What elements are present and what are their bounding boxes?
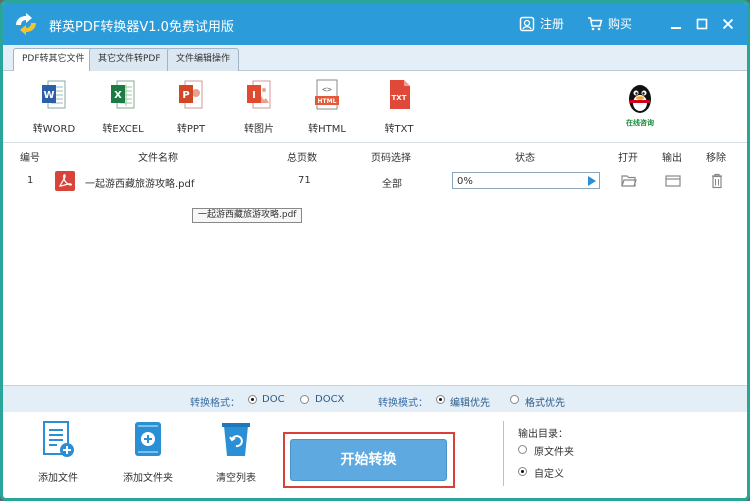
format-label: 转换格式： xyxy=(190,398,240,409)
col-pages: 总页数 xyxy=(287,153,317,164)
convert-ppt-label: 转PPT xyxy=(176,124,206,135)
tab-pdf-to-other[interactable]: PDF转其它文件 xyxy=(13,48,94,72)
row-progress-bar: 0% xyxy=(452,172,600,189)
format-doc-label[interactable]: DOC xyxy=(262,394,285,405)
format-docx-label[interactable]: DOCX xyxy=(315,394,344,405)
filename-tooltip: 一起游西藏旅游攻略.pdf xyxy=(192,208,303,223)
clear-list-label: 清空列表 xyxy=(216,473,256,484)
convert-excel-label: 转EXCEL xyxy=(102,124,144,135)
html-icon: <> HTML xyxy=(315,79,339,110)
clear-list-button[interactable]: 清空列表 xyxy=(211,420,261,484)
online-support-label: 在线咨询 xyxy=(626,119,654,127)
register-button[interactable]: 注册 xyxy=(519,15,564,32)
cart-icon xyxy=(588,16,603,30)
row-progress-text: 0% xyxy=(457,176,473,187)
convert-txt-button[interactable]: TXT 转TXT xyxy=(369,79,429,135)
row-pages: 71 xyxy=(298,175,311,186)
col-remove: 移除 xyxy=(706,153,726,164)
convert-html-button[interactable]: <> HTML 转HTML xyxy=(297,79,357,135)
output-custom-radio[interactable] xyxy=(518,467,527,476)
row-filename: 一起游西藏旅游攻略.pdf xyxy=(85,179,195,190)
txt-icon: TXT xyxy=(390,80,410,109)
trash-icon[interactable] xyxy=(711,173,723,189)
add-folder-button[interactable]: 添加文件夹 xyxy=(118,420,178,484)
add-folder-label: 添加文件夹 xyxy=(123,473,173,484)
mode-tabs: PDF转其它文件 其它文件转PDF 文件编辑操作 xyxy=(3,45,747,72)
mode-label: 转换模式： xyxy=(378,398,428,409)
convert-image-label: 转图片 xyxy=(244,124,274,135)
svg-text:X: X xyxy=(114,90,122,101)
format-docx-radio[interactable] xyxy=(300,395,309,404)
play-icon[interactable] xyxy=(588,176,596,186)
add-folder-icon xyxy=(135,422,161,456)
tab-other-to-pdf[interactable]: 其它文件转PDF xyxy=(89,48,170,71)
minimize-icon xyxy=(671,27,681,29)
open-folder-icon[interactable] xyxy=(621,174,637,188)
buy-button[interactable]: 购买 xyxy=(587,15,632,32)
start-convert-button[interactable]: 开始转换 xyxy=(290,439,447,481)
add-file-icon xyxy=(43,421,74,457)
tab-file-edit[interactable]: 文件编辑操作 xyxy=(167,48,240,71)
convert-image-button[interactable]: I 转图片 xyxy=(229,79,289,135)
register-label: 注册 xyxy=(540,17,565,31)
file-table-header: 编号 文件名称 总页数 页码选择 状态 打开 输出 移除 xyxy=(3,146,747,164)
register-icon xyxy=(519,16,535,31)
mode-format-radio[interactable] xyxy=(510,395,519,404)
svg-text:I: I xyxy=(252,90,256,101)
minimize-button[interactable] xyxy=(665,13,687,35)
image-icon: I xyxy=(247,80,271,109)
svg-text:TXT: TXT xyxy=(392,94,407,102)
row-range[interactable]: 全部 xyxy=(382,175,402,190)
buy-label: 购买 xyxy=(608,17,633,31)
mode-edit-radio[interactable] xyxy=(436,395,445,404)
output-custom-label[interactable]: 自定义 xyxy=(534,465,564,480)
convert-excel-button[interactable]: X 转EXCEL xyxy=(93,79,153,135)
title-bar: 群英PDF转换器V1.0免费试用版 注册 购买 xyxy=(3,3,747,45)
close-icon xyxy=(722,18,734,30)
app-window: 群英PDF转换器V1.0免费试用版 注册 购买 PDF转其它文件 其它文件转PD… xyxy=(0,0,750,501)
maximize-button[interactable] xyxy=(691,13,713,35)
col-output: 输出 xyxy=(662,153,682,164)
col-index: 编号 xyxy=(20,153,40,164)
app-title: 群英PDF转换器V1.0免费试用版 xyxy=(49,20,234,35)
maximize-icon xyxy=(696,18,708,30)
add-file-label: 添加文件 xyxy=(38,473,78,484)
col-range: 页码选择 xyxy=(371,153,411,164)
output-source-folder-label[interactable]: 原文件夹 xyxy=(534,443,574,458)
col-status: 状态 xyxy=(515,153,535,164)
qq-penguin-icon xyxy=(629,85,651,113)
mode-edit-label[interactable]: 编辑优先 xyxy=(450,394,490,409)
format-doc-radio[interactable] xyxy=(248,395,257,404)
output-folder-icon[interactable] xyxy=(665,174,681,188)
close-button[interactable] xyxy=(717,13,739,35)
mode-format-label[interactable]: 格式优先 xyxy=(525,394,565,409)
output-source-folder-radio[interactable] xyxy=(518,445,527,454)
online-support-button[interactable]: 在线咨询 xyxy=(622,83,658,127)
recycle-bin-icon xyxy=(222,423,250,456)
output-directory-group: 输出目录： 原文件夹 自定义 xyxy=(503,421,703,486)
convert-ppt-button[interactable]: P 转PPT xyxy=(161,79,221,135)
svg-text:W: W xyxy=(43,90,54,101)
col-filename: 文件名称 xyxy=(138,153,178,164)
convert-txt-label: 转TXT xyxy=(384,124,414,135)
word-icon: W xyxy=(42,80,66,109)
table-row[interactable]: 1 一起游西藏旅游攻略.pdf 71 全部 0% xyxy=(3,168,747,196)
row-index: 1 xyxy=(27,175,34,186)
format-options-bar: 转换格式： DOC DOCX 转换模式： 编辑优先 格式优先 xyxy=(3,385,747,412)
output-dir-label: 输出目录： xyxy=(518,429,568,440)
svg-text:P: P xyxy=(182,90,189,101)
col-open: 打开 xyxy=(618,153,638,164)
convert-word-button[interactable]: W 转WORD xyxy=(24,79,84,135)
ppt-icon: P xyxy=(179,80,203,109)
excel-icon: X xyxy=(111,80,135,109)
svg-text:<>: <> xyxy=(322,85,332,94)
pdf-file-icon xyxy=(55,171,75,191)
add-file-button[interactable]: 添加文件 xyxy=(33,420,83,484)
convert-html-label: 转HTML xyxy=(308,124,346,135)
app-logo-icon xyxy=(16,13,36,35)
svg-text:HTML: HTML xyxy=(318,98,337,105)
convert-toolbar: W 转WORD X 转EXCEL P 转PPT I 转图片 <> HTML 转H… xyxy=(3,71,747,143)
convert-word-label: 转WORD xyxy=(32,124,76,135)
